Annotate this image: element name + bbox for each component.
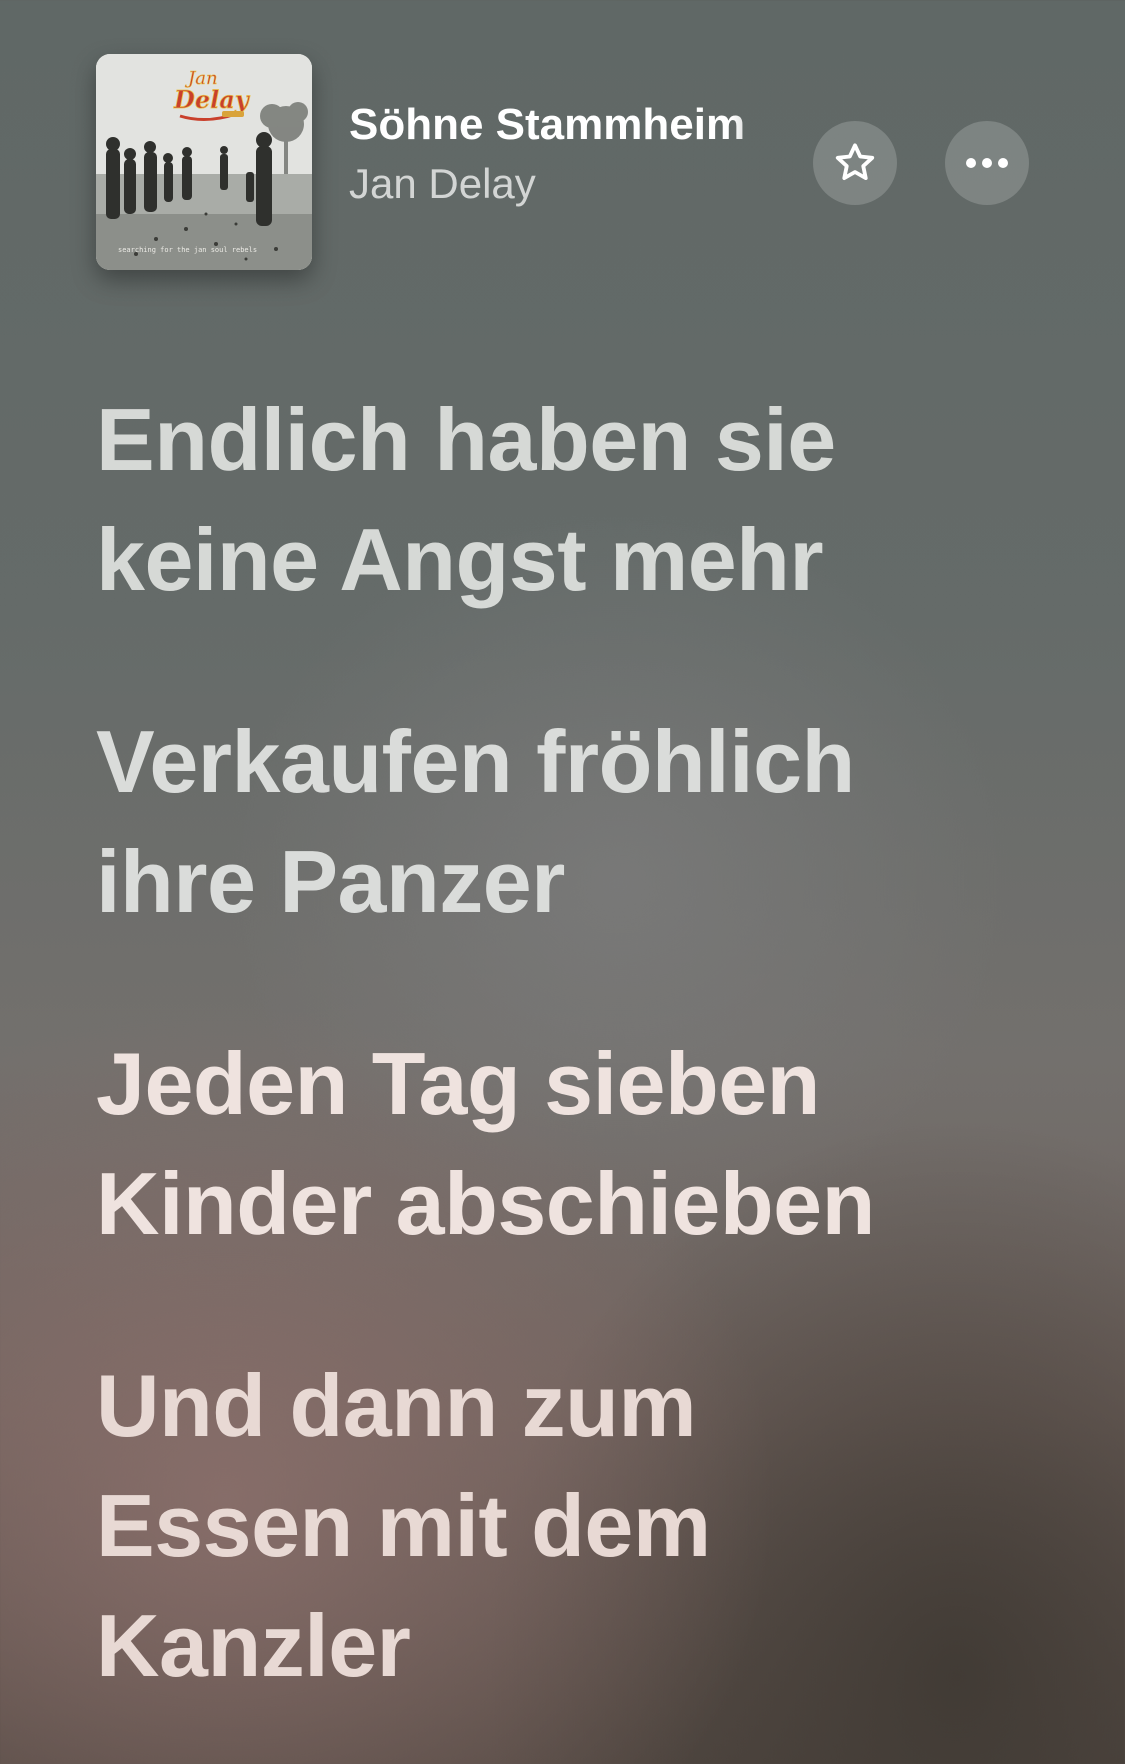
lyric-line[interactable]: Jeden Tag sieben Kinder abschieben	[96, 1024, 1056, 1264]
more-options-button[interactable]	[945, 121, 1029, 205]
album-cover[interactable]: Jan Delay searching for the jan soul reb…	[96, 54, 312, 270]
now-playing-header: Jan Delay searching for the jan soul reb…	[96, 54, 1036, 270]
track-info[interactable]: Söhne Stammheim Jan Delay	[349, 100, 799, 208]
lyric-text: Verkaufen fröhlich	[96, 712, 855, 811]
svg-text:Delay: Delay	[173, 85, 251, 114]
album-cover-art: Jan Delay searching for the jan soul reb…	[96, 54, 312, 270]
lyric-line[interactable]: Verkaufen fröhlich ihre Panzer	[96, 702, 1056, 942]
favorite-button[interactable]	[813, 121, 897, 205]
lyric-text: Essen mit dem	[96, 1476, 711, 1575]
star-icon	[835, 143, 875, 181]
ellipsis-icon	[966, 158, 1008, 168]
album-tagline: searching for the jan soul rebels	[118, 246, 257, 254]
lyric-text: Jeden Tag sieben	[96, 1034, 820, 1133]
lyric-text: keine Angst mehr	[96, 510, 824, 609]
lyric-text: Endlich haben sie	[96, 390, 836, 489]
lyric-text: Und dann zum	[96, 1356, 697, 1455]
lyric-line[interactable]: Und dann zum Essen mit dem Kanzler	[96, 1346, 1056, 1706]
track-title: Söhne Stammheim	[349, 100, 746, 149]
track-artist: Jan Delay	[349, 160, 536, 207]
lyric-text: ihre Panzer	[96, 832, 565, 931]
lyric-line[interactable]: Endlich haben sie keine Angst mehr	[96, 380, 1056, 620]
lyric-text: Kinder abschieben	[96, 1154, 875, 1253]
lyric-text: Kanzler	[96, 1596, 411, 1695]
lyrics-panel: Endlich haben sie keine Angst mehr Verkauf…	[96, 380, 1056, 1764]
